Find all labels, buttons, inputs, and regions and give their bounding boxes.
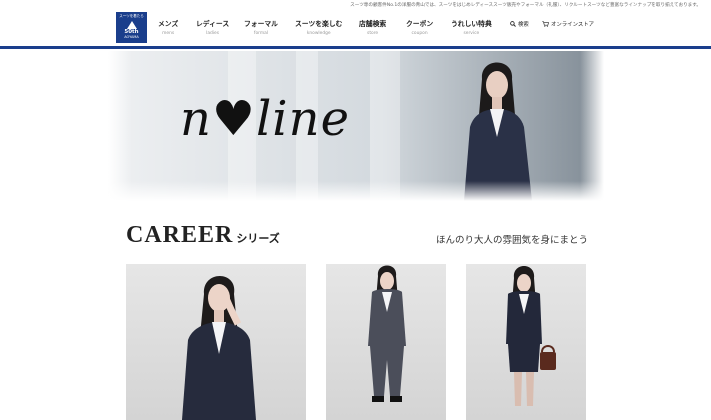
site-logo[interactable]: スーツを着たら 50th AOYAMA [116, 12, 147, 43]
nav-item-sublabel: service [463, 31, 480, 36]
nav-item-coupon[interactable]: クーポン coupon [406, 18, 433, 36]
nav-item-ladies[interactable]: レディース ladies [196, 18, 229, 36]
nav-item-sublabel: ladies [206, 31, 220, 36]
nav-item-label: クーポン [406, 20, 434, 28]
nav-item-label: フォーマル [244, 20, 278, 28]
nav-item-store[interactable]: 店舗検索 store [359, 18, 386, 36]
hero-fade-bottom [108, 181, 604, 201]
online-store-link[interactable]: オンラインストア [542, 20, 594, 28]
model-pants-image [368, 265, 406, 402]
search-link[interactable]: 検索 [510, 20, 529, 28]
search-label: 検索 [518, 22, 529, 28]
online-store-label: オンラインストア [551, 22, 595, 28]
nav-item-label: うれしい特典 [451, 20, 492, 28]
hero-banner[interactable]: n♥line [108, 51, 604, 201]
nav-item-sublabel: coupon [411, 31, 428, 36]
model-jacket-image [182, 276, 256, 420]
product-photo-skirt[interactable] [466, 264, 586, 420]
logo-line1: スーツを着たら [119, 14, 144, 18]
logo-mark-icon [126, 21, 137, 29]
nav-item-label: 店舗検索 [359, 20, 387, 28]
nav-item-service[interactable]: うれしい特典 service [451, 18, 492, 36]
hero-fade-left [108, 51, 132, 201]
hero-bg-building [370, 51, 400, 201]
header-divider [0, 46, 711, 49]
search-icon [510, 21, 516, 27]
hero-fade-right [580, 51, 604, 201]
section-title: CAREER シリーズ [126, 222, 280, 249]
nav-item-sublabel: mens [162, 31, 175, 36]
nav-item-label: スーツを楽しむ [295, 20, 343, 28]
cart-icon [542, 21, 549, 27]
nav-item-formal[interactable]: フォーマル formal [244, 18, 278, 36]
nav-item-knowledge[interactable]: スーツを楽しむ knowledge [295, 18, 342, 36]
hero-brand-logo: n♥line [180, 91, 350, 147]
product-photo-jacket[interactable] [126, 264, 306, 420]
nav-item-sublabel: formal [253, 31, 269, 36]
nav-item-mens[interactable]: メンズ mens [158, 18, 178, 36]
product-photo-pants[interactable] [326, 264, 446, 420]
section-tagline: ほんのり大人の雰囲気を身にまとう [435, 235, 588, 246]
nav-item-sublabel: knowledge [306, 31, 331, 36]
section-title-main: CAREER [126, 222, 234, 248]
header-tagline: スーツ専の顧客件No.1の洋服の青山では、スーツをはじめレディーススーツ販売やフ… [350, 3, 701, 8]
logo-line3: AOYAMA [124, 35, 139, 39]
nav-item-sublabel: store [367, 31, 379, 36]
model-skirt-image [506, 266, 556, 406]
nav-item-label: レディース [196, 20, 230, 28]
nav-item-label: メンズ [158, 20, 179, 28]
hero-model-image [464, 62, 532, 201]
section-title-sub: シリーズ [236, 233, 280, 245]
